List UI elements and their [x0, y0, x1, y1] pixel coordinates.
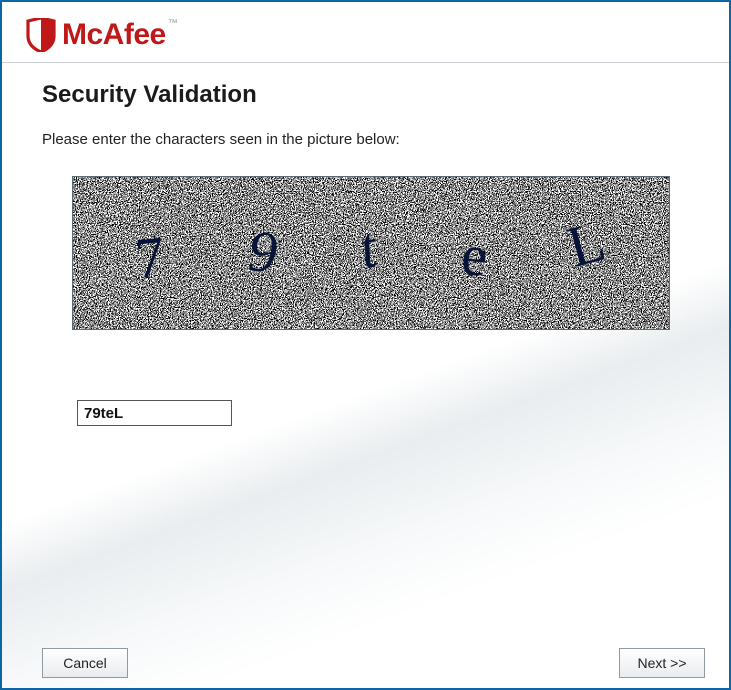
- instruction-text: Please enter the characters seen in the …: [42, 131, 689, 148]
- captcha-input[interactable]: [77, 400, 232, 426]
- button-bar: Cancel Next >>: [2, 638, 729, 688]
- mcafee-shield-icon: [26, 18, 56, 52]
- captcha-noise-bg: [73, 177, 669, 330]
- captcha-input-row: [77, 400, 689, 426]
- brand-name: McAfee™: [62, 18, 177, 52]
- installer-window: McAfee™ Security Validation Please enter…: [0, 0, 731, 690]
- trademark-symbol: ™: [168, 18, 178, 29]
- captcha-image: 7 9 t e L: [72, 176, 670, 330]
- cancel-button[interactable]: Cancel: [42, 648, 128, 678]
- brand-text: McAfee: [62, 18, 166, 51]
- header-bar: McAfee™: [2, 2, 729, 62]
- main-content: Security Validation Please enter the cha…: [2, 63, 729, 638]
- page-title: Security Validation: [42, 81, 689, 109]
- next-button[interactable]: Next >>: [619, 648, 705, 678]
